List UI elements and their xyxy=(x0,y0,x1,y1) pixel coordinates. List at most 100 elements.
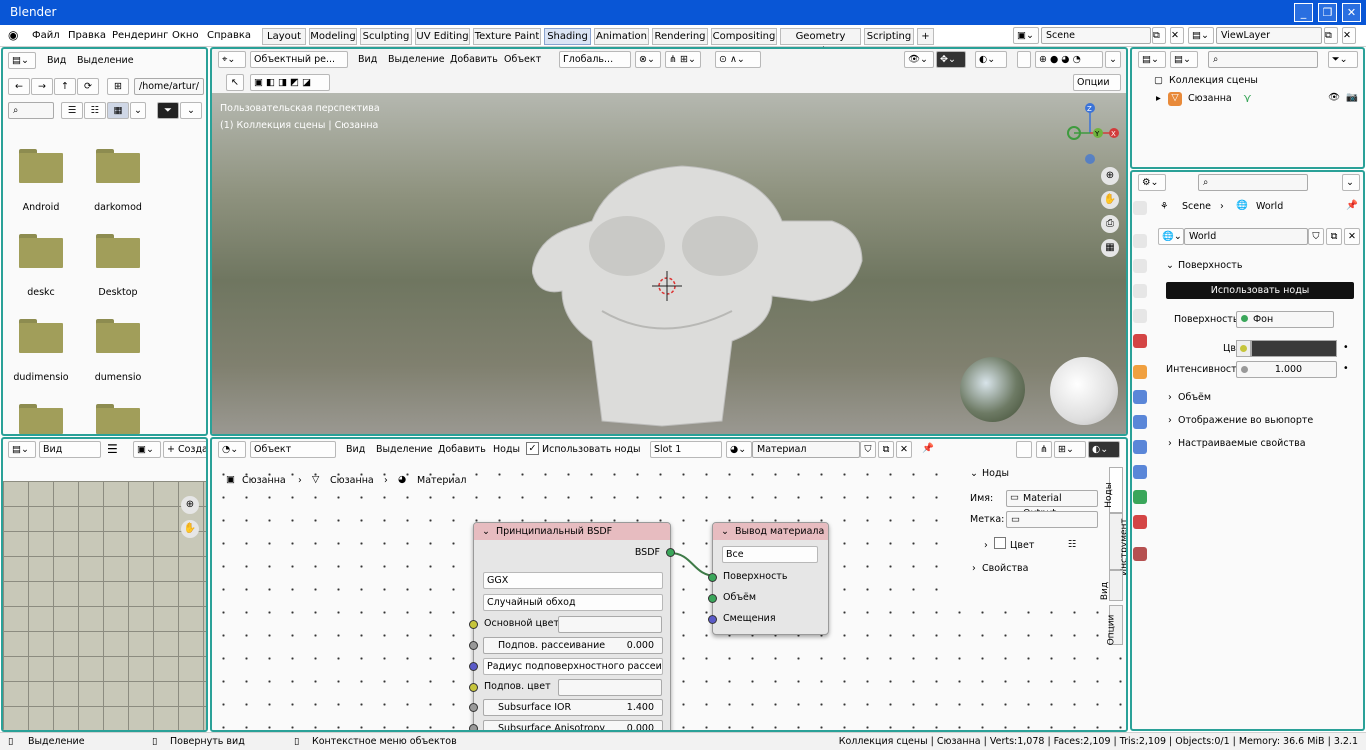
subsurface-aniso-socket[interactable] xyxy=(469,724,478,730)
menu-help[interactable]: Справка xyxy=(207,30,251,41)
ne-nodes-menu[interactable]: Ноды xyxy=(493,444,520,455)
overlay-icon[interactable]: ◐⌄ xyxy=(975,51,1007,68)
editor-type-button[interactable]: ▤⌄ xyxy=(8,441,36,458)
bsdf-output-socket[interactable] xyxy=(666,548,675,557)
copy-icon[interactable]: ⧉ xyxy=(1152,27,1166,44)
tab-layout[interactable]: Layout xyxy=(262,28,306,45)
world-name-field[interactable]: World xyxy=(1184,228,1308,245)
pan-hand-icon[interactable]: ✋ xyxy=(1101,191,1119,209)
select-mode-buttons[interactable]: ▣ ◧ ◨ ◩ ◪ xyxy=(250,74,330,91)
subsurface-color-swatch[interactable] xyxy=(558,679,662,696)
list-view-button[interactable]: ☰ xyxy=(61,102,83,119)
gizmo-icon[interactable]: ✥⌄ xyxy=(936,51,966,68)
render-camera-icon[interactable]: 📷 xyxy=(1346,92,1358,103)
collapse-arrow-icon[interactable]: ⌄ xyxy=(1166,260,1174,271)
zoom-icon[interactable]: ⊕ xyxy=(181,496,199,514)
fb-search-input[interactable]: ⌕ xyxy=(8,102,54,119)
subsurface-ior-socket[interactable] xyxy=(469,703,478,712)
pin-icon[interactable]: 📌 xyxy=(1346,200,1358,211)
perspective-toggle-icon[interactable]: ▦ xyxy=(1101,239,1119,257)
folder-icon[interactable] xyxy=(19,149,63,183)
pivot-icon[interactable]: ⊗⌄ xyxy=(635,51,661,68)
node-canvas[interactable]: ▣ Сюзанна › ▽ Сюзанна › ◕ Материал ⌄ Прин… xyxy=(212,463,1126,730)
tab-geometry-nodes[interactable]: Geometry Nodes xyxy=(780,28,861,57)
collapse-arrow-icon[interactable]: ⌄ xyxy=(970,468,978,479)
material-name-field[interactable]: Материал xyxy=(752,441,860,458)
world-browse-icon[interactable]: 🌐⌄ xyxy=(1158,228,1184,245)
orientation-dropdown[interactable]: Глобаль... xyxy=(559,51,631,68)
folder-icon[interactable] xyxy=(96,149,140,183)
folder-label[interactable]: Android xyxy=(6,202,76,213)
vp-add-menu[interactable]: Добавить xyxy=(450,54,498,65)
output-tab-icon[interactable] xyxy=(1133,259,1147,273)
filter-icon[interactable]: ⏷ xyxy=(157,102,179,119)
breadcrumb-object[interactable]: Сюзанна xyxy=(242,475,286,486)
subsurface-ior-field[interactable]: Subsurface IOR 1.400 xyxy=(483,699,663,716)
render-tab-icon[interactable] xyxy=(1133,234,1147,248)
output-target-dropdown[interactable]: Все xyxy=(722,546,818,563)
view-layer-icon[interactable]: ▤⌄ xyxy=(1188,27,1214,44)
duplicate-icon[interactable]: ⧉ xyxy=(878,441,894,458)
tab-animation[interactable]: Animation xyxy=(594,28,649,45)
tab-shading[interactable]: Shading xyxy=(544,28,591,45)
volume-section-label[interactable]: Объём xyxy=(1178,392,1211,403)
forward-button[interactable]: → xyxy=(31,78,53,95)
distribution-dropdown[interactable]: GGX xyxy=(483,572,663,589)
sidebar-nodes-section[interactable]: Ноды xyxy=(982,468,1009,479)
node-label-field[interactable]: ▭ xyxy=(1006,511,1098,528)
expand-arrow-icon[interactable]: › xyxy=(1168,392,1172,403)
vp-object-menu[interactable]: Объект xyxy=(504,54,541,65)
strength-field[interactable]: 1.000 xyxy=(1236,361,1337,378)
overlay-icon[interactable]: ◐⌄ xyxy=(1088,441,1120,458)
mesh-data-icon[interactable]: ⋎ xyxy=(1243,91,1252,105)
display-mode-button[interactable]: ▤⌄ xyxy=(1170,51,1198,68)
filter-icon[interactable]: ⏷⌄ xyxy=(1328,51,1358,68)
folder-label[interactable]: dumensio xyxy=(83,372,153,383)
vp-view-menu[interactable]: Вид xyxy=(358,54,377,65)
filter-dropdown-icon[interactable]: ⌄ xyxy=(180,102,202,119)
menu-edit[interactable]: Правка xyxy=(68,30,106,41)
surface-section-label[interactable]: Поверхность xyxy=(1178,260,1242,271)
tab-modeling[interactable]: Modeling xyxy=(309,28,357,45)
folder-label[interactable]: darkomod xyxy=(83,202,153,213)
camera-view-icon[interactable]: ⎙ xyxy=(1101,215,1119,233)
ne-add-menu[interactable]: Добавить xyxy=(438,444,486,455)
magnet-icon[interactable]: ⋔ xyxy=(1036,441,1052,458)
tab-texture-paint[interactable]: Texture Paint xyxy=(473,28,541,45)
pan-hand-icon[interactable]: ✋ xyxy=(181,520,199,538)
folder-icon[interactable] xyxy=(96,319,140,353)
path-field[interactable]: /home/artur/ xyxy=(134,78,204,95)
view-dropdown-icon[interactable]: ⌄ xyxy=(130,102,146,119)
material-tab-icon[interactable] xyxy=(1133,515,1147,529)
output-node-header[interactable]: ⌄ Вывод материала xyxy=(713,523,828,540)
fb-view-menu[interactable]: Вид xyxy=(47,55,66,66)
breadcrumb-mesh[interactable]: Сюзанна xyxy=(330,475,374,486)
folder-icon[interactable] xyxy=(96,404,140,434)
scene-icon[interactable]: ▣⌄ xyxy=(1013,27,1039,44)
scene-tab-icon[interactable] xyxy=(1133,309,1147,323)
close-icon[interactable]: ✕ xyxy=(1170,27,1184,44)
copy-layer-icon[interactable]: ⧉ xyxy=(1324,27,1338,44)
mode-dropdown[interactable]: Объектный ре... xyxy=(250,51,348,68)
expand-arrow-icon[interactable]: ▸ xyxy=(1156,93,1161,104)
node-name-field[interactable]: Material Output xyxy=(1006,490,1098,519)
folder-icon[interactable] xyxy=(19,404,63,434)
vp-select-menu[interactable]: Выделение xyxy=(388,54,445,65)
collapse-arrow-icon[interactable]: ⌄ xyxy=(721,523,729,540)
subsurface-radius-socket[interactable] xyxy=(469,662,478,671)
back-button[interactable]: ← xyxy=(8,78,30,95)
texture-tab-icon[interactable] xyxy=(1133,547,1147,561)
sidebar-tab-tool[interactable]: Инструмент xyxy=(1109,513,1126,575)
thumbnail-view-button[interactable]: ▦ xyxy=(107,102,129,119)
sidebar-tab-view[interactable]: Вид xyxy=(1100,570,1123,601)
tool-tab-icon[interactable] xyxy=(1133,201,1147,215)
folder-icon[interactable] xyxy=(19,319,63,353)
collapse-arrow-icon[interactable]: ⌄ xyxy=(482,523,490,540)
snap-target-icon[interactable]: ⊞⌄ xyxy=(1054,441,1086,458)
outliner-search-input[interactable]: ⌕ xyxy=(1208,51,1318,68)
folder-label[interactable]: dudimensio xyxy=(6,372,76,383)
properties-search-input[interactable]: ⌕ xyxy=(1198,174,1308,191)
subsurface-color-socket[interactable] xyxy=(469,683,478,692)
principled-bsdf-node[interactable]: ⌄ Принципиальный BSDF BSDF GGX Случайный … xyxy=(469,522,675,730)
subsurface-aniso-field[interactable]: Subsurface Anisotropy 0.000 xyxy=(483,720,663,730)
